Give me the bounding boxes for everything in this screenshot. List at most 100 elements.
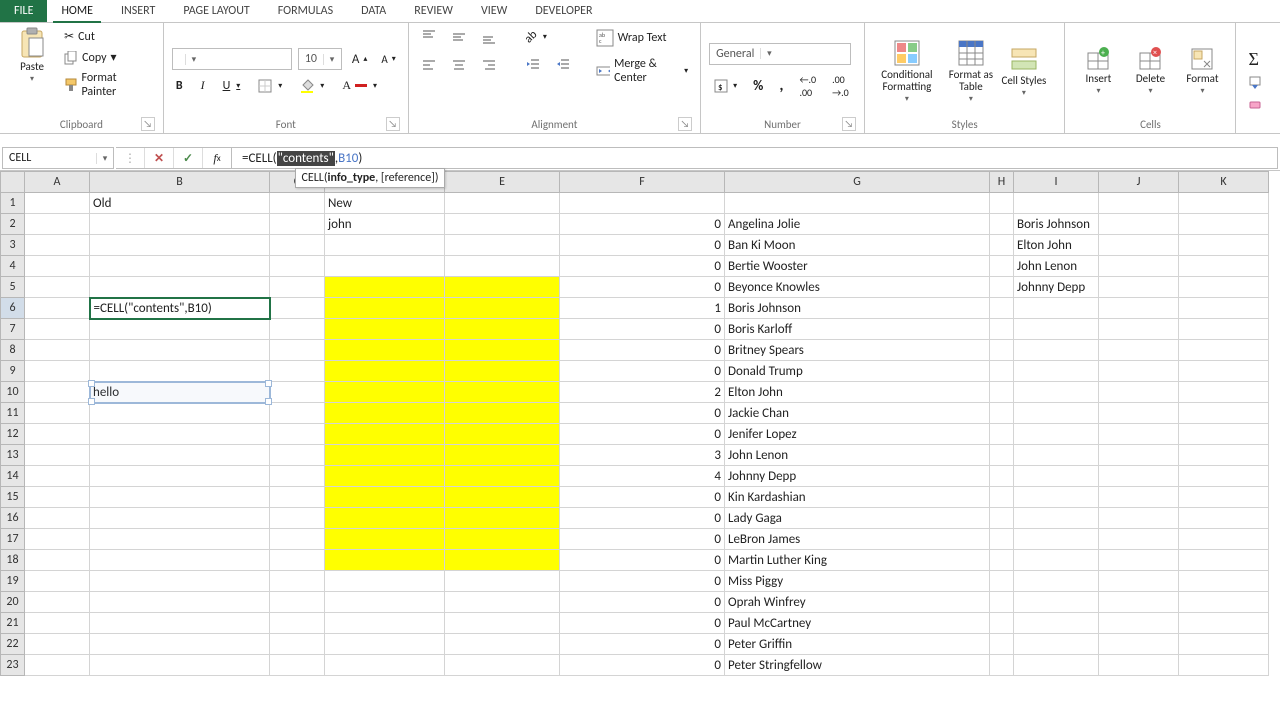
col-header-I[interactable]: I bbox=[1014, 172, 1099, 193]
dialog-launcher-icon[interactable]: ↘ bbox=[678, 117, 692, 131]
cell-I1[interactable] bbox=[1014, 193, 1099, 214]
cell-I17[interactable] bbox=[1014, 529, 1099, 550]
cell-D23[interactable] bbox=[325, 655, 445, 676]
increase-font-button[interactable]: A▴ bbox=[348, 50, 372, 69]
cell-K8[interactable] bbox=[1179, 340, 1269, 361]
col-header-K[interactable]: K bbox=[1179, 172, 1269, 193]
fill-button[interactable] bbox=[1244, 74, 1266, 92]
cell-E16[interactable] bbox=[445, 508, 560, 529]
cut-button[interactable]: ✂ Cut bbox=[60, 27, 155, 46]
cell-A1[interactable] bbox=[25, 193, 90, 214]
cell-H6[interactable] bbox=[990, 298, 1014, 319]
cell-H23[interactable] bbox=[990, 655, 1014, 676]
cell-K12[interactable] bbox=[1179, 424, 1269, 445]
cell-D15[interactable] bbox=[325, 487, 445, 508]
cell-D19[interactable] bbox=[325, 571, 445, 592]
cell-J2[interactable] bbox=[1099, 214, 1179, 235]
cell-H21[interactable] bbox=[990, 613, 1014, 634]
cell-A23[interactable] bbox=[25, 655, 90, 676]
cell-K13[interactable] bbox=[1179, 445, 1269, 466]
cell-E2[interactable] bbox=[445, 214, 560, 235]
row-header-11[interactable]: 11 bbox=[1, 403, 25, 424]
cell-D20[interactable] bbox=[325, 592, 445, 613]
cell-H16[interactable] bbox=[990, 508, 1014, 529]
clear-button[interactable] bbox=[1244, 94, 1266, 112]
row-header-13[interactable]: 13 bbox=[1, 445, 25, 466]
enter-formula-button[interactable]: ✓ bbox=[174, 148, 203, 168]
cell-E22[interactable] bbox=[445, 634, 560, 655]
align-bottom-button[interactable] bbox=[477, 27, 501, 47]
cell-E17[interactable] bbox=[445, 529, 560, 550]
cell-G22[interactable]: Peter Griffin bbox=[725, 634, 990, 655]
cell-G7[interactable]: Boris Karloff bbox=[725, 319, 990, 340]
cell-H13[interactable] bbox=[990, 445, 1014, 466]
cell-B11[interactable] bbox=[90, 403, 270, 424]
cell-H15[interactable] bbox=[990, 487, 1014, 508]
cell-D8[interactable] bbox=[325, 340, 445, 361]
cell-I21[interactable] bbox=[1014, 613, 1099, 634]
cell-I9[interactable] bbox=[1014, 361, 1099, 382]
cell-A13[interactable] bbox=[25, 445, 90, 466]
cell-J16[interactable] bbox=[1099, 508, 1179, 529]
cell-J6[interactable] bbox=[1099, 298, 1179, 319]
cell-G14[interactable]: Johnny Depp bbox=[725, 466, 990, 487]
tab-data[interactable]: DATA bbox=[347, 0, 400, 22]
bold-button[interactable]: B bbox=[172, 77, 187, 95]
cell-G9[interactable]: Donald Trump bbox=[725, 361, 990, 382]
cell-C11[interactable] bbox=[270, 403, 325, 424]
cell-B17[interactable] bbox=[90, 529, 270, 550]
cell-D3[interactable] bbox=[325, 235, 445, 256]
cell-B13[interactable] bbox=[90, 445, 270, 466]
cell-F1[interactable] bbox=[560, 193, 725, 214]
cell-F6[interactable]: 1 bbox=[560, 298, 725, 319]
cell-F19[interactable]: 0 bbox=[560, 571, 725, 592]
cell-J19[interactable] bbox=[1099, 571, 1179, 592]
row-header-18[interactable]: 18 bbox=[1, 550, 25, 571]
cell-C21[interactable] bbox=[270, 613, 325, 634]
cell-E4[interactable] bbox=[445, 256, 560, 277]
cell-G10[interactable]: Elton John bbox=[725, 382, 990, 403]
cell-G1[interactable] bbox=[725, 193, 990, 214]
cell-I20[interactable] bbox=[1014, 592, 1099, 613]
cell-C8[interactable] bbox=[270, 340, 325, 361]
cell-D11[interactable] bbox=[325, 403, 445, 424]
cell-B5[interactable] bbox=[90, 277, 270, 298]
cell-J21[interactable] bbox=[1099, 613, 1179, 634]
cell-F9[interactable]: 0 bbox=[560, 361, 725, 382]
cell-J22[interactable] bbox=[1099, 634, 1179, 655]
col-header-F[interactable]: F bbox=[560, 172, 725, 193]
cell-H11[interactable] bbox=[990, 403, 1014, 424]
cell-G2[interactable]: Angelina Jolie bbox=[725, 214, 990, 235]
cell-I13[interactable] bbox=[1014, 445, 1099, 466]
conditional-formatting-button[interactable]: Conditional Formatting▾ bbox=[873, 39, 941, 104]
cell-G18[interactable]: Martin Luther King bbox=[725, 550, 990, 571]
accounting-format-button[interactable]: $▾ bbox=[709, 76, 741, 96]
cell-D9[interactable] bbox=[325, 361, 445, 382]
col-header-G[interactable]: G bbox=[725, 172, 990, 193]
cell-I7[interactable] bbox=[1014, 319, 1099, 340]
cell-K5[interactable] bbox=[1179, 277, 1269, 298]
cell-I11[interactable] bbox=[1014, 403, 1099, 424]
cell-B9[interactable] bbox=[90, 361, 270, 382]
cell-A9[interactable] bbox=[25, 361, 90, 382]
cell-B19[interactable] bbox=[90, 571, 270, 592]
row-header-14[interactable]: 14 bbox=[1, 466, 25, 487]
row-header-6[interactable]: 6 bbox=[1, 298, 25, 319]
cell-E11[interactable] bbox=[445, 403, 560, 424]
wrap-text-button[interactable]: abc Wrap Text bbox=[592, 27, 692, 49]
cell-A7[interactable] bbox=[25, 319, 90, 340]
autosum-button[interactable]: Σ bbox=[1244, 47, 1262, 72]
cell-E13[interactable] bbox=[445, 445, 560, 466]
cell-J10[interactable] bbox=[1099, 382, 1179, 403]
cell-D17[interactable] bbox=[325, 529, 445, 550]
cell-styles-button[interactable]: Cell Styles▾ bbox=[1001, 45, 1047, 98]
cell-E15[interactable] bbox=[445, 487, 560, 508]
decrease-indent-button[interactable] bbox=[521, 55, 545, 75]
cell-J15[interactable] bbox=[1099, 487, 1179, 508]
cell-A3[interactable] bbox=[25, 235, 90, 256]
cell-I10[interactable] bbox=[1014, 382, 1099, 403]
cell-E9[interactable] bbox=[445, 361, 560, 382]
cell-F3[interactable]: 0 bbox=[560, 235, 725, 256]
cell-B8[interactable] bbox=[90, 340, 270, 361]
cell-F11[interactable]: 0 bbox=[560, 403, 725, 424]
